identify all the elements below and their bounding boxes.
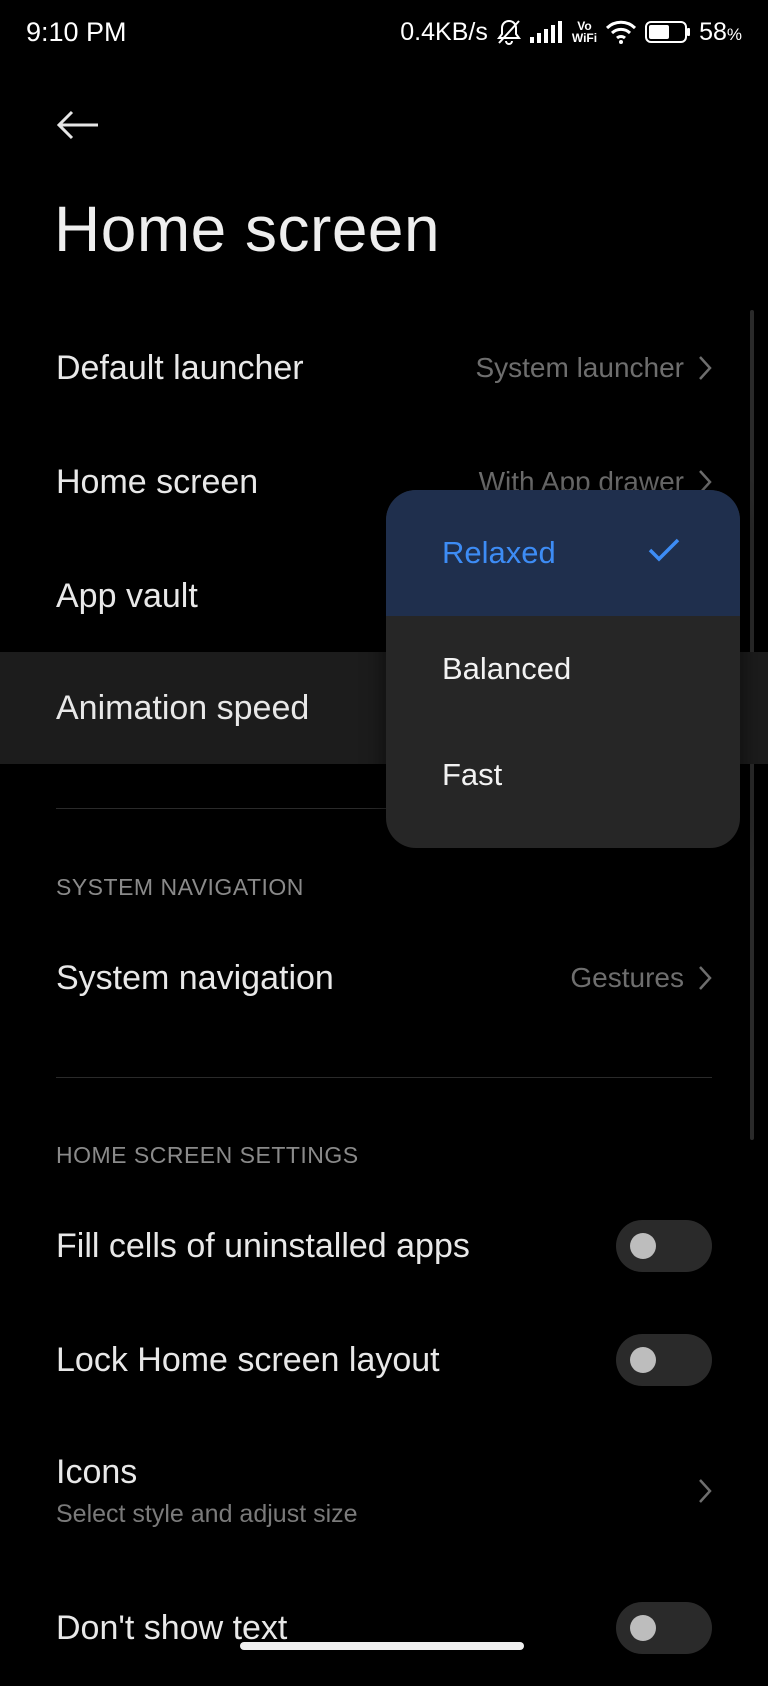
menu-option-label: Balanced (442, 651, 572, 686)
fill-cells-row[interactable]: Fill cells of uninstalled apps (0, 1188, 768, 1304)
system-navigation-value: Gestures (570, 962, 712, 994)
vowifi-icon: Vo WiFi (572, 20, 597, 44)
status-time: 9:10 PM (26, 16, 127, 47)
menu-option-label: Relaxed (442, 535, 556, 570)
menu-option-label: Fast (442, 757, 503, 792)
vowifi-bottom: WiFi (571, 31, 598, 45)
checkmark-icon (648, 535, 680, 571)
toggle-knob (630, 1347, 656, 1373)
battery-value: 58 (699, 17, 727, 46)
lock-layout-label: Lock Home screen layout (56, 1340, 440, 1379)
system-navigation-row[interactable]: System navigation Gestures (0, 920, 768, 1036)
section-header-home-screen-settings: HOME SCREEN SETTINGS (56, 1142, 359, 1168)
toggle-knob (630, 1233, 656, 1259)
icons-text: Icons Select style and adjust size (56, 1453, 358, 1529)
system-navigation-value-text: Gestures (570, 962, 684, 993)
muted-bell-icon (496, 18, 522, 46)
icons-label: Icons (56, 1453, 138, 1491)
back-arrow-icon (56, 110, 98, 140)
battery-percent: 58% (699, 18, 742, 47)
fill-cells-toggle[interactable] (616, 1220, 712, 1272)
page-title: Home screen (54, 193, 441, 265)
battery-icon (645, 21, 691, 43)
app-vault-label: App vault (56, 576, 198, 615)
menu-option-relaxed[interactable]: Relaxed (386, 490, 740, 616)
status-bar: 9:10 PM 0.4KB/s Vo WiFi 58% (0, 0, 768, 64)
home-screen-label: Home screen (56, 462, 259, 501)
default-launcher-label: Default launcher (56, 348, 304, 387)
icons-subtitle: Select style and adjust size (56, 1500, 358, 1528)
toggle-knob (630, 1615, 656, 1641)
default-launcher-value-text: System launcher (475, 352, 684, 383)
default-launcher-value: System launcher (475, 352, 712, 384)
status-icons: 0.4KB/s Vo WiFi 58% (400, 18, 742, 47)
icons-row[interactable]: Icons Select style and adjust size (0, 1418, 768, 1564)
lock-layout-toggle[interactable] (616, 1334, 712, 1386)
wifi-icon (605, 20, 637, 44)
default-launcher-row[interactable]: Default launcher System launcher (0, 310, 768, 426)
lock-layout-row[interactable]: Lock Home screen layout (0, 1302, 768, 1418)
fill-cells-label: Fill cells of uninstalled apps (56, 1226, 470, 1265)
animation-speed-menu: Relaxed Balanced Fast (386, 490, 740, 848)
menu-option-fast[interactable]: Fast (386, 722, 740, 828)
dont-show-text-row[interactable]: Don't show text (0, 1570, 768, 1686)
divider (56, 1077, 712, 1078)
menu-option-balanced[interactable]: Balanced (386, 616, 740, 722)
dont-show-text-toggle[interactable] (616, 1602, 712, 1654)
system-navigation-label: System navigation (56, 958, 334, 997)
chevron-right-icon (698, 355, 712, 381)
signal-icon (529, 21, 564, 43)
back-button[interactable] (52, 102, 104, 148)
network-speed: 0.4KB/s (400, 17, 488, 46)
battery-unit: % (726, 24, 742, 44)
home-indicator[interactable] (240, 1642, 524, 1650)
chevron-right-icon (698, 965, 712, 991)
section-header-system-navigation: SYSTEM NAVIGATION (56, 874, 304, 900)
animation-speed-label: Animation speed (56, 688, 310, 727)
chevron-right-icon (698, 1478, 712, 1504)
